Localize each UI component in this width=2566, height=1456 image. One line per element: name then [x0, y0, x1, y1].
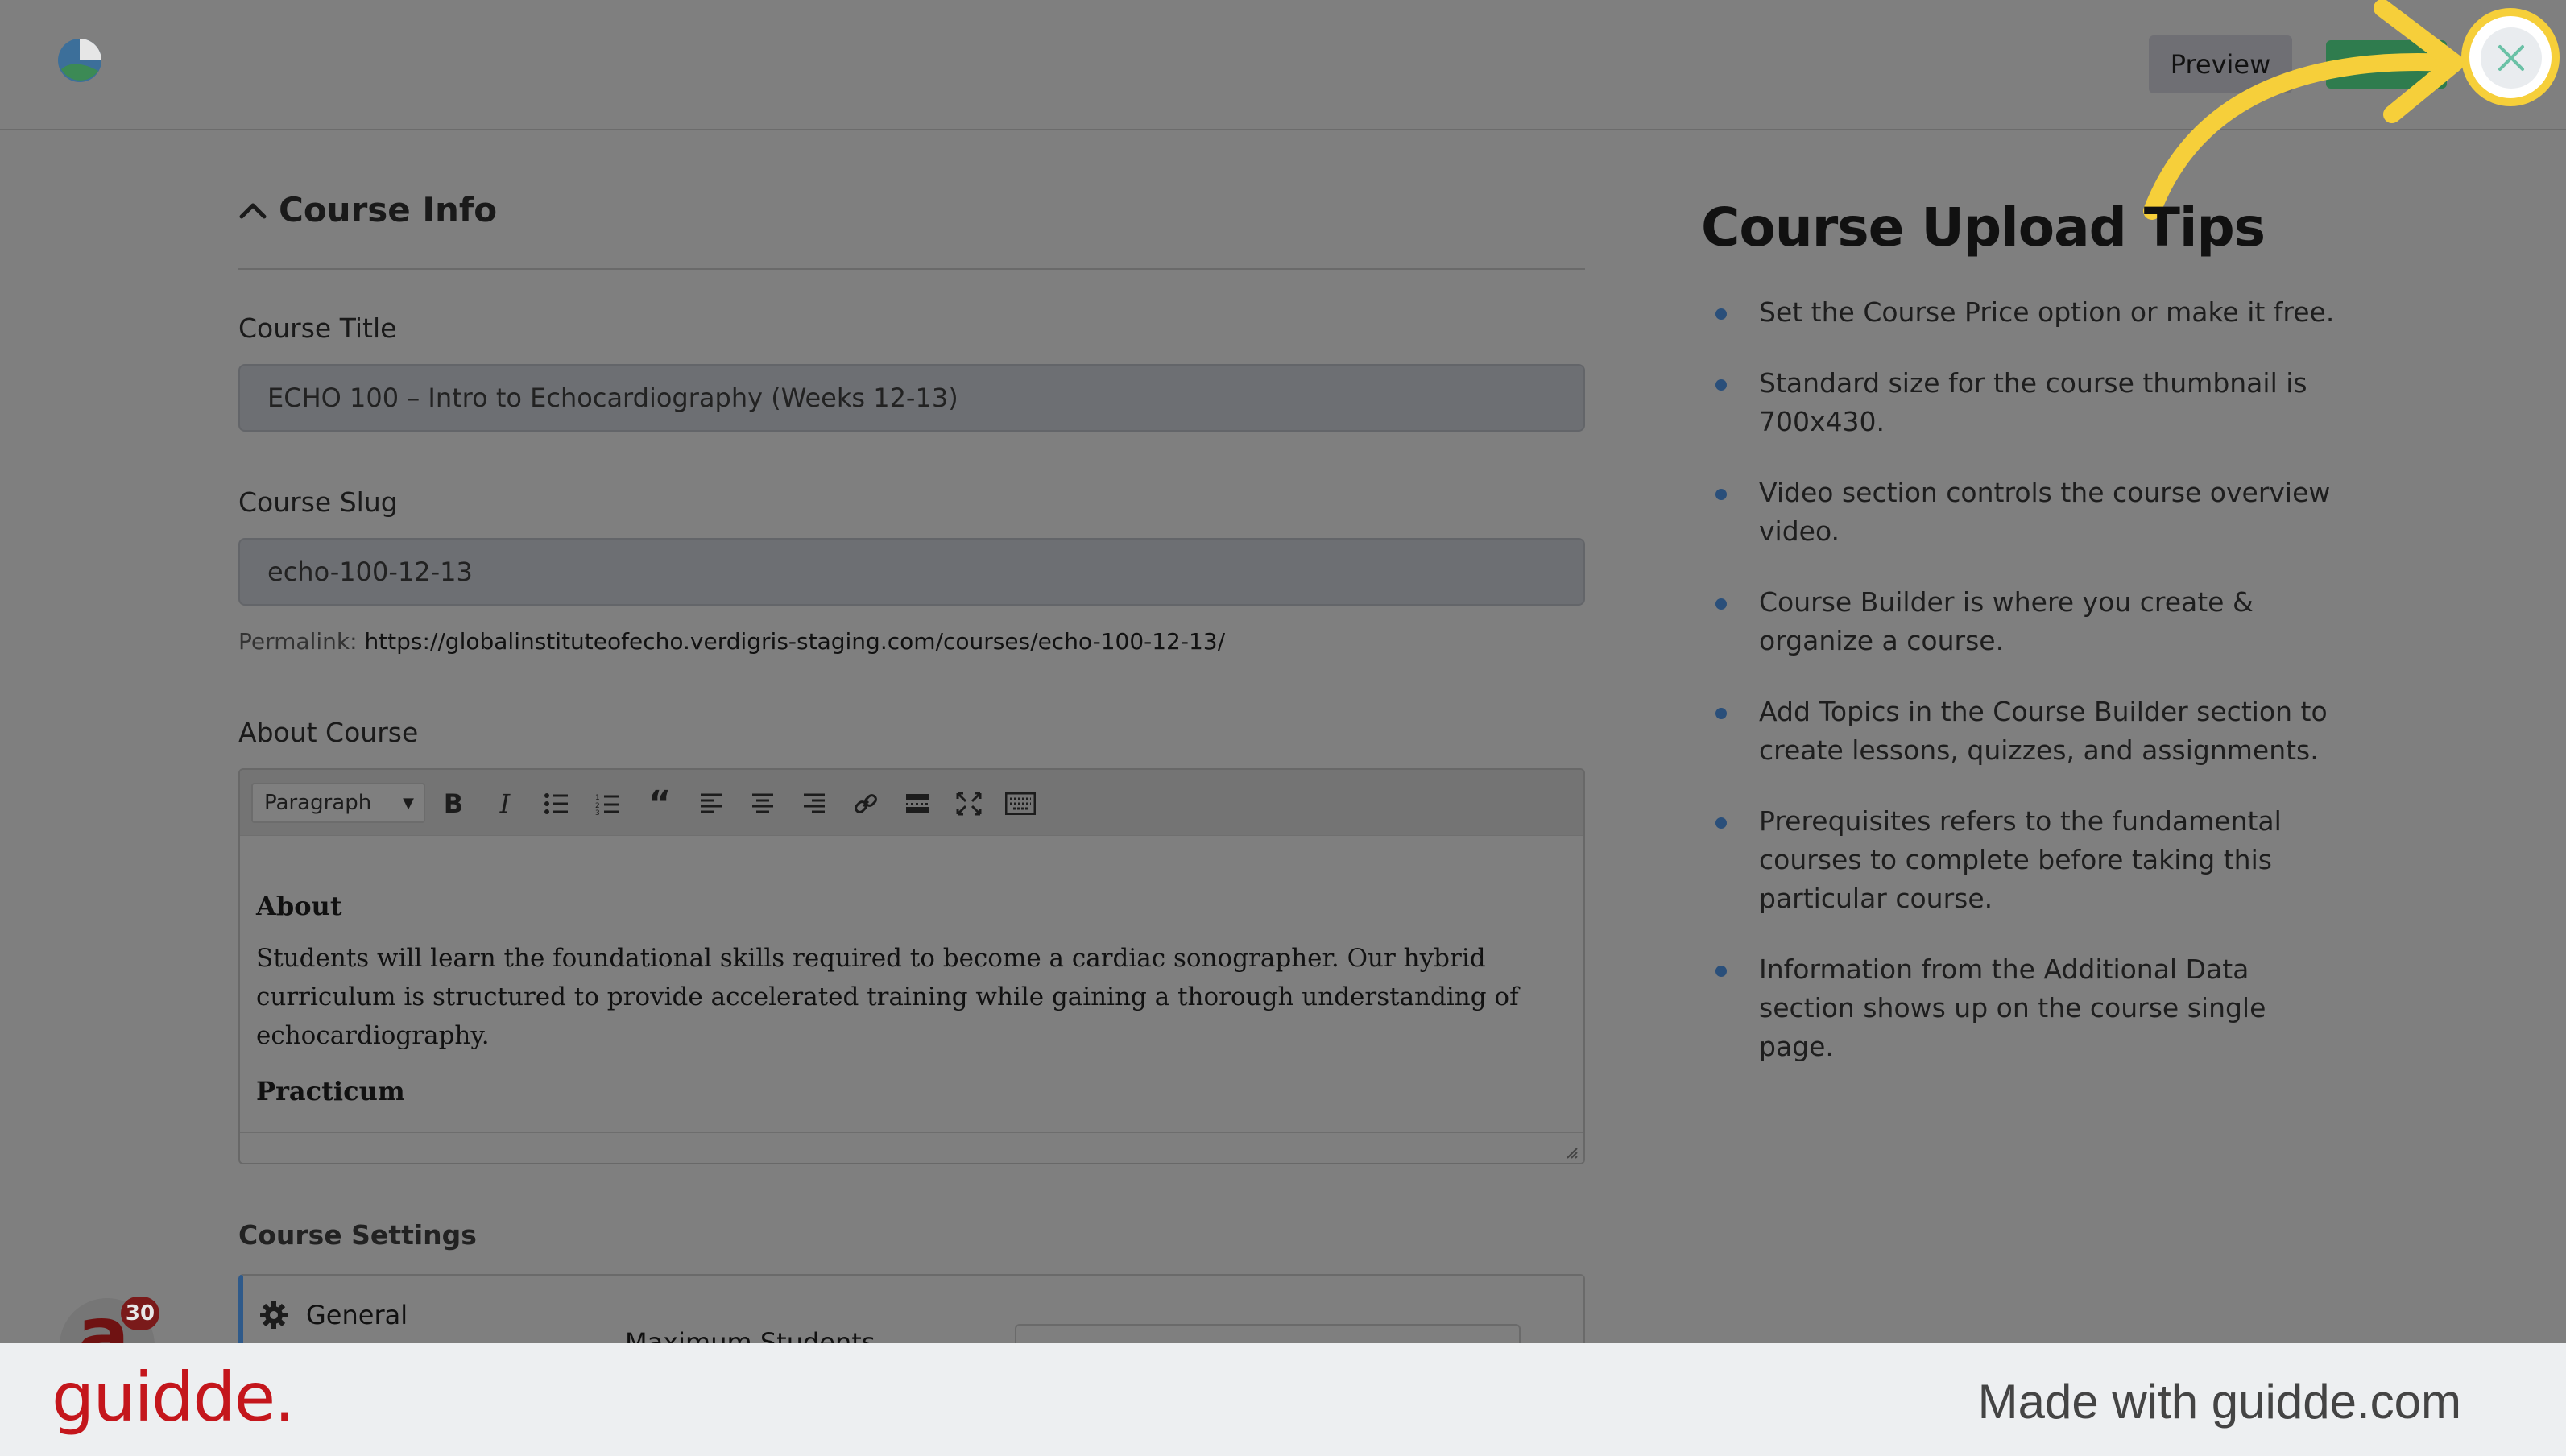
notification-badge: 30 — [121, 1297, 159, 1330]
tip-item: Information from the Additional Data sec… — [1701, 950, 2337, 1066]
chevron-up-icon — [239, 203, 267, 218]
close-icon — [2498, 45, 2524, 71]
guidde-logo: guidde. — [52, 1358, 296, 1437]
tab-general[interactable]: General — [259, 1300, 408, 1330]
tips-title: Course Upload Tips — [1701, 196, 2266, 259]
permalink-label: Permalink: — [238, 628, 358, 655]
about-course-label: About Course — [238, 717, 419, 748]
bold-icon[interactable]: B — [435, 786, 472, 821]
svg-text:1: 1 — [595, 794, 600, 802]
blockquote-icon[interactable]: “ — [641, 784, 678, 825]
content-heading-practicum: Practicum — [256, 1076, 405, 1106]
divider — [238, 268, 1585, 270]
course-settings-title: Course Settings — [238, 1219, 477, 1251]
caret-down-icon: ▼ — [403, 794, 414, 812]
format-select-value: Paragraph — [264, 791, 372, 815]
tip-item: Standard size for the course thumbnail i… — [1701, 364, 2337, 441]
permalink: Permalink: https://globalinstituteofecho… — [238, 628, 1225, 655]
editor-content[interactable]: About Students will learn the foundation… — [256, 891, 1553, 1106]
content-heading-about: About — [256, 891, 342, 921]
content-paragraph: Students will learn the foundational ski… — [256, 944, 1519, 1050]
course-title-input[interactable]: ECHO 100 – Intro to Echocardiography (We… — [238, 364, 1585, 432]
editor-toolbar: Paragraph ▼ B I 123 “ — [240, 770, 1583, 836]
globe-logo-icon[interactable] — [56, 37, 103, 84]
tips-list: Set the Course Price option or make it f… — [1701, 293, 2337, 1098]
close-button[interactable] — [2481, 27, 2542, 89]
bullet-list-icon[interactable] — [538, 786, 575, 821]
italic-icon[interactable]: I — [486, 786, 524, 821]
course-slug-label: Course Slug — [238, 486, 398, 518]
keyboard-icon[interactable] — [1002, 786, 1039, 821]
tab-general-label: General — [306, 1300, 408, 1330]
permalink-url[interactable]: https://globalinstituteofecho.verdigris-… — [364, 628, 1225, 655]
tip-item: Video section controls the course overvi… — [1701, 474, 2337, 551]
course-slug-input[interactable]: echo-100-12-13 — [238, 538, 1585, 606]
tip-item: Add Topics in the Course Builder section… — [1701, 693, 2337, 770]
course-title-label: Course Title — [238, 312, 397, 344]
section-title: Course Info — [279, 190, 498, 230]
tip-item: Set the Course Price option or make it f… — [1701, 293, 2337, 332]
gear-icon — [260, 1301, 288, 1329]
editor-resize-bar[interactable] — [240, 1132, 1583, 1163]
align-left-icon[interactable] — [693, 786, 730, 821]
align-right-icon[interactable] — [796, 786, 833, 821]
made-with-text: Made with guidde.com — [1977, 1375, 2461, 1429]
link-icon[interactable] — [847, 786, 884, 821]
svg-text:3: 3 — [595, 809, 600, 815]
align-center-icon[interactable] — [744, 786, 781, 821]
tip-item: Course Builder is where you create & org… — [1701, 583, 2337, 660]
top-bar: Preview — [0, 0, 2566, 130]
tip-item: Prerequisites refers to the fundamental … — [1701, 802, 2337, 918]
numbered-list-icon[interactable]: 123 — [590, 786, 627, 821]
publish-button[interactable] — [2326, 40, 2447, 89]
format-select[interactable]: Paragraph ▼ — [251, 783, 425, 823]
fullscreen-icon[interactable] — [950, 786, 987, 821]
preview-button[interactable]: Preview — [2149, 35, 2292, 93]
course-info-toggle[interactable]: Course Info — [238, 190, 497, 230]
resize-handle-icon[interactable] — [1564, 1145, 1579, 1160]
read-more-icon[interactable] — [899, 786, 936, 821]
rich-text-editor[interactable]: Paragraph ▼ B I 123 “ About Students wil… — [238, 768, 1585, 1164]
